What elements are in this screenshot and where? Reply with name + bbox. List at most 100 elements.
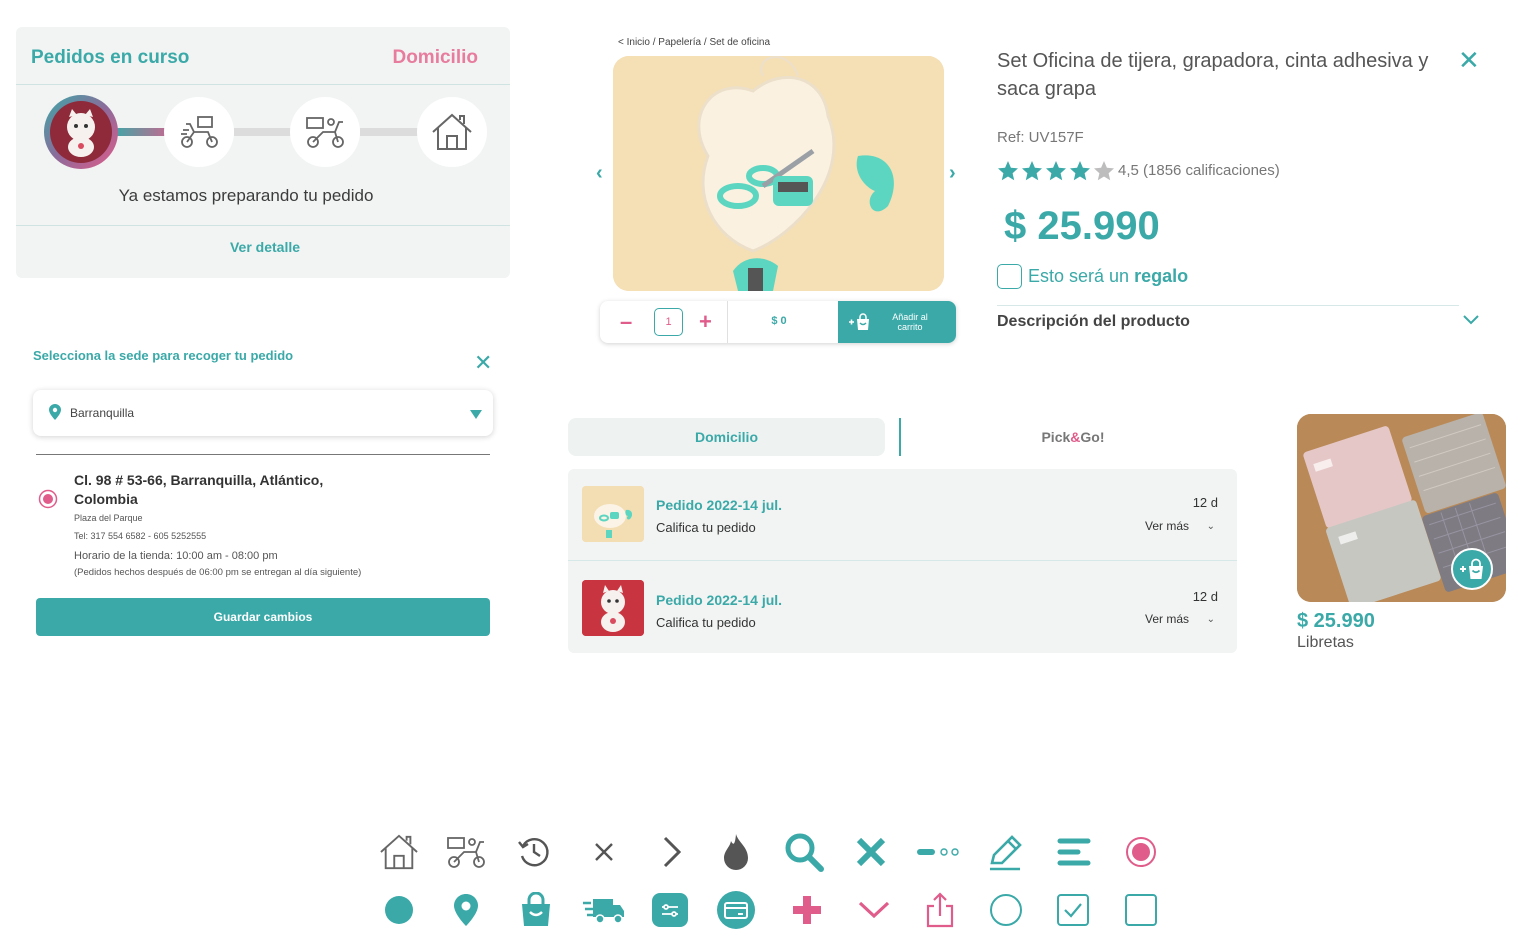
delivery-scooter-icon: [444, 830, 488, 874]
order-more-link[interactable]: Ver más: [1145, 519, 1189, 533]
order-subtitle: Califica tu pedido: [656, 615, 756, 630]
orders-card-header: Pedidos en curso Domicilio: [16, 27, 510, 85]
scooter-icon: [181, 116, 218, 148]
tab-separator: [899, 418, 901, 456]
card-payment-icon: [714, 888, 758, 932]
checkbox-checked-icon: [1051, 888, 1095, 932]
star-icon: [1046, 161, 1066, 181]
quantity-total: $ 0: [771, 315, 787, 327]
gift-checkbox[interactable]: [997, 264, 1022, 289]
chevron-down-icon[interactable]: [1462, 314, 1480, 326]
store-name: Plaza del Parque: [74, 513, 143, 523]
store-note: (Pedidos hechos después de 06:00 pm se e…: [74, 567, 362, 578]
order-thumbnail: [582, 486, 644, 542]
order-list: Pedido 2022-14 jul. Califica tu pedido 1…: [568, 469, 1237, 653]
star-icon: [1022, 161, 1042, 181]
star-icon: [1070, 161, 1090, 181]
gift-label: Esto será un regalo: [1028, 266, 1188, 287]
flame-icon: [714, 830, 758, 874]
quantity-minus-button[interactable]: –: [620, 309, 632, 335]
chevron-right-icon[interactable]: ›: [949, 162, 956, 185]
tab-pick-label: Pick: [1041, 429, 1071, 445]
star-icon: [1094, 161, 1114, 181]
orders-title: Pedidos en curso: [31, 47, 190, 68]
city-select-value: Barranquilla: [70, 406, 135, 420]
orders-status-text: Ya estamos preparando tu pedido: [118, 186, 374, 205]
add-to-cart-button[interactable]: Añadir al carrito: [838, 301, 956, 343]
view-detail-link[interactable]: Ver detalle: [16, 239, 514, 255]
chevron-right-icon: [650, 830, 694, 874]
order-more-link[interactable]: Ver más: [1145, 612, 1189, 626]
city-select[interactable]: Barranquilla: [33, 390, 493, 436]
close-icon[interactable]: ✕: [474, 350, 492, 376]
add-bag-icon: [1460, 558, 1483, 579]
product-image: [613, 56, 944, 291]
rating-stars: [998, 161, 1114, 181]
quantity-plus-button[interactable]: +: [699, 309, 712, 335]
search-icon: [782, 830, 826, 874]
gift-label-bold: regalo: [1134, 266, 1189, 286]
tab-go-label: Go!: [1080, 429, 1105, 445]
chevron-down-icon[interactable]: ⌄: [1207, 614, 1215, 625]
add-to-cart-label: Añadir al carrito: [892, 312, 928, 332]
close-thin-icon: [582, 830, 626, 874]
order-subtitle: Califica tu pedido: [656, 520, 756, 535]
orders-in-progress-card: Pedidos en curso Domicilio Ya estamos pr…: [16, 27, 510, 278]
dropdown-triangle-icon: [470, 410, 482, 419]
card-add-to-cart-button[interactable]: [1451, 548, 1493, 590]
quantity-input[interactable]: 1: [654, 308, 683, 336]
step-home: [417, 97, 487, 167]
rating-text: 4,5 (1856 calificaciones): [1118, 162, 1280, 179]
menu-lines-icon: [1052, 830, 1096, 874]
cat-figurine-image: [50, 101, 112, 163]
order-title: Pedido 2022-14 jul.: [656, 592, 783, 608]
product-card-price: $ 25.990: [1297, 610, 1375, 632]
order-days: 12 d: [1192, 495, 1218, 510]
shopping-bag-icon: [514, 888, 558, 932]
store-hours: Horario de la tienda: 10:00 am - 08:00 p…: [74, 550, 278, 562]
tab-pick-and-go[interactable]: Pick & Go!: [902, 418, 1244, 456]
order-days: 12 d: [1192, 589, 1218, 604]
star-icon: [998, 161, 1018, 181]
quantity-bar: – 1 + $ 0 Añadir al carrito: [600, 301, 956, 343]
breadcrumb[interactable]: < Inicio / Papelería / Set de oficina: [618, 37, 770, 48]
tab-domicilio[interactable]: Domicilio: [568, 418, 885, 456]
tab-pick-amp: &: [1070, 429, 1081, 445]
history-icon: [512, 830, 556, 874]
add-bag-icon: [849, 313, 869, 330]
slider-dots-icon: [917, 830, 961, 874]
product-card-name: Libretas: [1297, 634, 1354, 651]
delivery-scooter-icon: [306, 117, 344, 148]
home-icon: [377, 830, 421, 874]
chevron-left-icon[interactable]: ‹: [596, 162, 603, 185]
checkbox-empty-icon: [1119, 888, 1163, 932]
step-scooter: [164, 97, 234, 167]
description-toggle[interactable]: Descripción del producto: [997, 313, 1190, 331]
close-icon[interactable]: ✕: [1458, 45, 1480, 76]
product-ref: Ref: UV157F: [997, 129, 1084, 146]
location-pin-icon: [444, 888, 488, 932]
list-item[interactable]: Pedido 2022-14 jul. Califica tu pedido 1…: [568, 469, 1237, 561]
chevron-down-icon: [852, 888, 896, 932]
pencil-icon: [983, 830, 1027, 874]
step-product-avatar: [44, 95, 118, 169]
share-icon: [918, 888, 962, 932]
divider: [36, 454, 490, 455]
product-title: Set Oficina de tijera, grapadora, cinta …: [997, 50, 1429, 100]
list-item[interactable]: Pedido 2022-14 jul. Califica tu pedido 1…: [568, 561, 1237, 653]
store-address: Cl. 98 # 53-66, Barranquilla, Atlántico,…: [74, 472, 324, 507]
save-changes-button[interactable]: Guardar cambios: [36, 598, 490, 636]
orders-mode-label: Domicilio: [392, 47, 478, 68]
radio-selected-icon[interactable]: [38, 489, 58, 509]
chevron-down-icon[interactable]: ⌄: [1207, 521, 1215, 532]
location-pin-icon: [49, 404, 61, 420]
cat-figurine-thumb: [582, 580, 644, 636]
office-set-photo: [613, 56, 944, 291]
radio-empty-icon: [984, 888, 1028, 932]
divider: [997, 305, 1459, 306]
divider: [16, 225, 510, 226]
gift-label-text: Esto será un: [1028, 266, 1135, 286]
close-bold-icon: [849, 830, 893, 874]
step-delivery-scooter: [290, 97, 360, 167]
order-title: Pedido 2022-14 jul.: [656, 497, 783, 513]
